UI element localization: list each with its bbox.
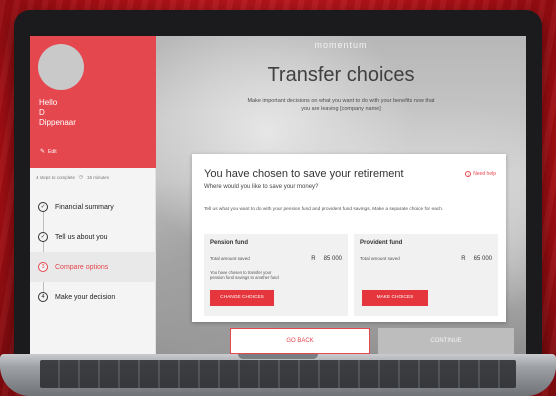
pension-fund-panel: Pension fund Total amount saved R 85 000… [204, 234, 348, 316]
step-tell-us-about-you[interactable]: ✓ Tell us about you [30, 222, 156, 252]
step-label: Make your decision [55, 293, 116, 301]
pension-note: You have chosen to transfer your pension… [210, 270, 279, 281]
laptop-notch [238, 354, 318, 359]
step-financial-summary[interactable]: ✓ Financial summary [30, 192, 156, 222]
card-subtitle: Where would you like to save your money? [204, 184, 319, 190]
steps-list: ✓ Financial summary ✓ Tell us about you … [30, 192, 156, 312]
go-back-button[interactable]: GO BACK [230, 328, 370, 354]
brand-logo: momentum [314, 40, 368, 50]
page-subtitle: Make important decisions on what you wan… [247, 98, 435, 112]
step-compare-options[interactable]: 3 Compare options [30, 252, 156, 282]
fund-row: Pension fund Total amount saved R 85 000… [204, 234, 498, 316]
pension-currency: R [311, 256, 316, 262]
user-initial: D [39, 108, 45, 117]
pension-amount-line: Total amount saved R 85 000 [210, 256, 342, 262]
step-number: 3 [38, 262, 48, 272]
help-label: Need help [473, 171, 496, 177]
provident-value: 65 000 [473, 256, 492, 262]
page-title: Transfer choices [267, 64, 415, 86]
greeting-block: Hello D Dippenaar [39, 98, 76, 128]
provident-fund-panel: Provident fund Total amount saved R 65 0… [354, 234, 498, 316]
pension-value: 85 000 [323, 256, 342, 262]
sidebar: Hello D Dippenaar ✎ Edit 4 steps to comp… [30, 36, 156, 354]
avatar [38, 44, 84, 90]
need-help-link[interactable]: ? Need help [465, 171, 496, 177]
provident-amount-label: Total amount saved [360, 256, 400, 261]
user-last-name: Dippenaar [39, 118, 76, 127]
provident-fund-title: Provident fund [360, 240, 403, 246]
check-icon: ✓ [38, 232, 48, 242]
change-choices-button[interactable]: CHANGE CHOICES [210, 290, 274, 306]
steps-meta: 4 steps to complete ◷ 15 minutes [36, 174, 109, 180]
pencil-icon: ✎ [40, 149, 46, 155]
provident-amount: R 65 000 [461, 256, 492, 262]
make-choices-button[interactable]: MAKE CHOICES [362, 290, 428, 306]
pension-amount: R 85 000 [311, 256, 342, 262]
steps-remaining: 4 steps to complete [36, 174, 76, 180]
laptop-keyboard [40, 360, 516, 388]
pension-amount-label: Total amount saved [210, 256, 250, 261]
step-number: 4 [38, 292, 48, 302]
pension-fund-title: Pension fund [210, 240, 248, 246]
main-content: momentum Transfer choices Make important… [156, 36, 526, 354]
edit-profile-link[interactable]: ✎ Edit [40, 148, 57, 156]
step-label: Compare options [55, 263, 109, 271]
help-icon: ? [465, 171, 472, 177]
step-make-your-decision[interactable]: 4 Make your decision [30, 282, 156, 312]
greeting-text: Hello [39, 98, 58, 107]
continue-button[interactable]: CONTINUE [378, 328, 514, 354]
time-estimate: 15 minutes [86, 174, 109, 180]
retirement-card: You have chosen to save your retirement … [192, 154, 506, 322]
card-title: You have chosen to save your retirement [204, 168, 404, 180]
profile-panel: Hello D Dippenaar ✎ Edit [30, 36, 156, 168]
provident-amount-line: Total amount saved R 65 000 [360, 256, 492, 262]
step-label: Tell us about you [55, 233, 108, 241]
clock-icon: ◷ [79, 174, 83, 179]
card-description: Tell us what you want to do with your pe… [204, 207, 444, 212]
edit-label: Edit [48, 148, 57, 155]
step-label: Financial summary [55, 203, 114, 211]
check-icon: ✓ [38, 202, 48, 212]
provident-currency: R [461, 256, 466, 262]
laptop-screen: Hello D Dippenaar ✎ Edit 4 steps to comp… [30, 36, 526, 354]
